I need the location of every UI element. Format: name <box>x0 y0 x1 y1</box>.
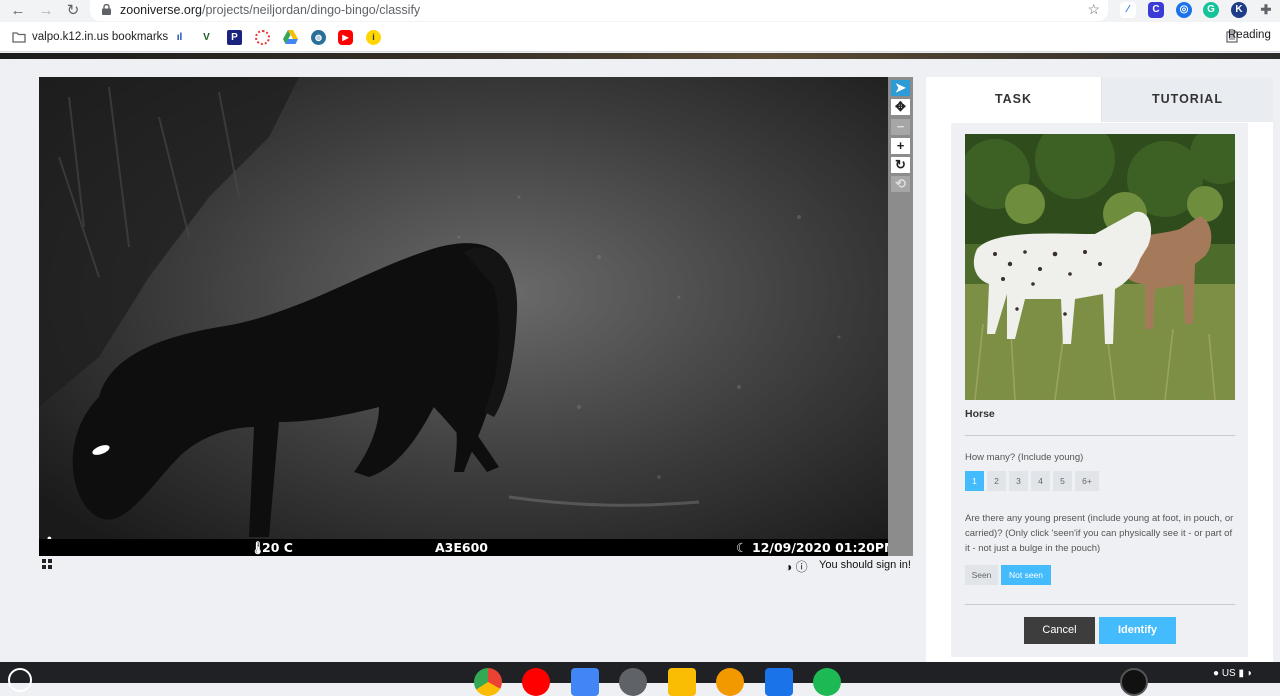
pointer-icon[interactable]: ➤ <box>891 80 910 96</box>
app-icon-6[interactable] <box>716 668 744 696</box>
site-header-strip <box>0 53 1280 59</box>
lock-icon <box>102 4 111 15</box>
animal-name: Horse <box>965 408 995 420</box>
files-icon[interactable] <box>765 668 793 696</box>
image-toolbar: ➤ ✥ − + ↻ ⟲ <box>888 77 913 556</box>
grid-view-icon[interactable] <box>42 559 53 570</box>
temperature-readout: 20 C <box>262 540 293 555</box>
chrome-icon[interactable] <box>474 668 502 696</box>
young-not-seen-button[interactable]: Not seen <box>1001 565 1051 585</box>
slides-icon[interactable] <box>668 668 696 696</box>
how-many-question: How many? (Include young) <box>965 452 1084 463</box>
docs-icon[interactable] <box>571 668 599 696</box>
circle-bookmark-icon[interactable] <box>255 30 270 45</box>
i-bookmark-icon[interactable]: i <box>366 30 381 45</box>
bookmark-star-icon[interactable]: ☆ <box>1087 1 1100 18</box>
signal-bookmark-icon[interactable]: ıl <box>172 30 187 45</box>
count-button-1[interactable]: 1 <box>965 471 984 491</box>
young-question: Are there any young present (include you… <box>965 513 1234 554</box>
extension-icon-1[interactable]: ⁄ <box>1120 2 1136 18</box>
youtube-icon[interactable]: ▶ <box>338 30 353 45</box>
count-button-2[interactable]: 2 <box>987 471 1006 491</box>
extensions-puzzle-icon[interactable]: ✚ <box>1258 2 1274 18</box>
plus-icon[interactable]: + <box>891 138 910 154</box>
camera-trap-photo: ⛬ <box>39 77 888 556</box>
youtube-app-icon[interactable] <box>522 668 550 696</box>
reset-icon[interactable]: ⟲ <box>891 176 910 192</box>
camera-id: A3E600 <box>435 540 489 555</box>
bookmarks-folder[interactable]: valpo.k12.in.us bookmarks <box>32 29 168 45</box>
tab-tutorial[interactable]: TUTORIAL <box>1101 77 1273 122</box>
rotate-icon[interactable]: ↻ <box>891 157 910 173</box>
count-button-4[interactable]: 4 <box>1031 471 1050 491</box>
horse-reference-image <box>965 134 1235 400</box>
url-text: zooniverse.org/projects/neiljordan/dingo… <box>120 3 421 17</box>
v-bookmark-icon[interactable]: V <box>199 30 214 45</box>
drive-icon[interactable] <box>283 30 298 45</box>
count-button-3[interactable]: 3 <box>1009 471 1028 491</box>
bookmarks-bar: valpo.k12.in.us bookmarks ıl V P ◍ ▶ i R… <box>0 22 1280 52</box>
divider <box>965 604 1235 605</box>
folder-icon <box>12 32 26 43</box>
tab-task[interactable]: TASK <box>926 77 1101 122</box>
photo-timestamp: 12/09/2020 01:20PM <box>752 540 888 555</box>
p-bookmark-icon[interactable]: P <box>227 30 242 45</box>
forward-icon[interactable]: → <box>36 1 56 21</box>
signin-prompt[interactable]: You should sign in! <box>819 559 911 571</box>
reload-icon[interactable]: ↻ <box>63 1 83 21</box>
globe-bookmark-icon[interactable]: ◍ <box>311 30 326 45</box>
moon-icon: ☾ <box>736 540 748 555</box>
count-button-5[interactable]: 5 <box>1053 471 1072 491</box>
image-meta-icons: ◑ ⓘ <box>785 558 808 575</box>
app-icon-4[interactable] <box>619 668 647 696</box>
reading-list[interactable]: Reading <box>1228 29 1271 41</box>
spotify-icon[interactable] <box>813 668 841 696</box>
launcher-icon[interactable] <box>8 668 32 692</box>
camera-info-bar: 🌡︎ 20 C A3E600 ☾ 12/09/2020 01:20PM <box>39 539 888 556</box>
divider <box>965 435 1235 436</box>
move-icon[interactable]: ✥ <box>891 99 910 115</box>
info-icon[interactable]: ⓘ <box>796 560 808 574</box>
browser-toolbar: ← → ↻ zooniverse.org/projects/neiljordan… <box>0 0 1280 22</box>
extension-icon-2[interactable]: C <box>1148 2 1164 18</box>
account-avatar[interactable] <box>1120 668 1148 696</box>
extension-icon-5[interactable]: K <box>1231 2 1247 18</box>
contrast-icon[interactable]: ◑ <box>785 560 792 574</box>
young-seen-button[interactable]: Seen <box>965 565 998 585</box>
task-panel: TASK TUTORIAL Horse How many? (Include y… <box>926 77 1273 662</box>
cancel-button[interactable]: Cancel <box>1024 617 1095 644</box>
status-tray[interactable]: ● US ▮ ◗ <box>1213 668 1253 679</box>
task-body: Horse How many? (Include young) 1 2 3 4 … <box>951 123 1248 657</box>
address-bar[interactable]: zooniverse.org/projects/neiljordan/dingo… <box>90 0 1108 21</box>
reference-photo <box>965 134 1235 400</box>
os-taskbar: ● US ▮ ◗ <box>0 662 1280 696</box>
grammarly-icon[interactable]: G <box>1203 2 1219 18</box>
count-button-6plus[interactable]: 6+ <box>1075 471 1099 491</box>
extension-icon-3[interactable]: ◎ <box>1176 2 1192 18</box>
back-icon[interactable]: ← <box>8 1 28 21</box>
identify-button[interactable]: Identify <box>1099 617 1176 644</box>
minus-icon[interactable]: − <box>891 119 910 135</box>
subject-image[interactable]: ⛬ 🌡︎ 20 C A3E600 ☾ 12/09/2020 01:20PM <box>39 77 888 556</box>
